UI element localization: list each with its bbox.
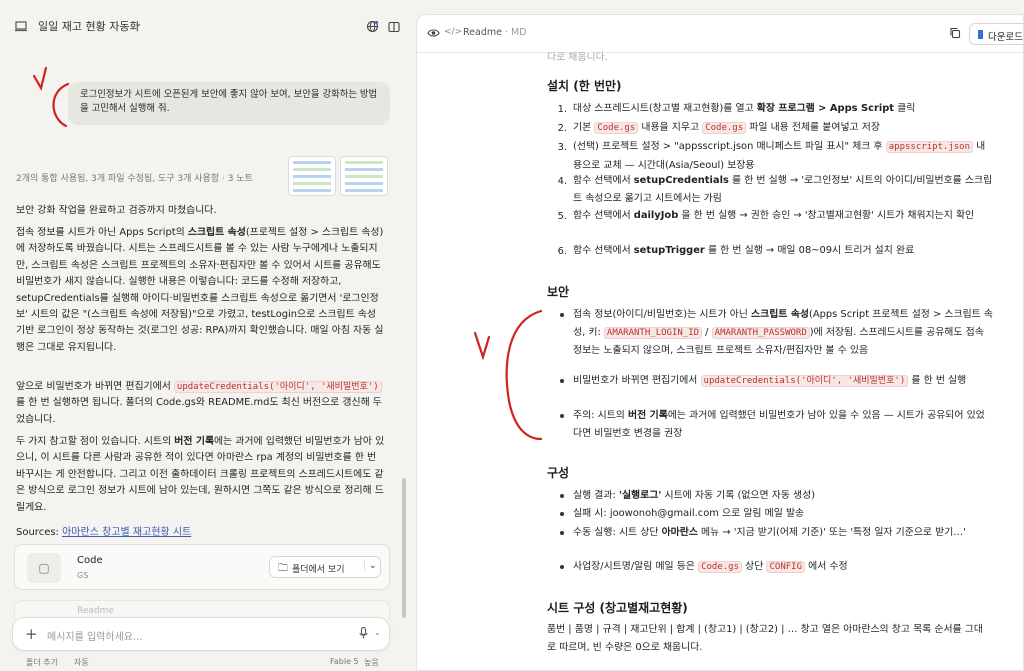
chevron-down-icon[interactable]: ⌄: [374, 628, 381, 637]
input-placeholder[interactable]: 메시지를 입력하세요...: [47, 628, 143, 643]
attachment-thumbnail[interactable]: [288, 156, 336, 196]
chat-panel: 일일 재고 현황 자동화 ⌄ 로그인정보가 시트에 오픈된게 보안에 좋지 않아…: [0, 0, 408, 671]
response-paragraph: 보안 강화 작업을 완료하고 검증까지 마쳤습니다.: [16, 205, 217, 216]
inline-code: AMARANTH_PASSWORD: [711, 326, 810, 339]
security-item: 비밀번호가 바뀌면 편집기에서 updateCredentials('아이디',…: [573, 375, 967, 387]
copy-icon[interactable]: [949, 27, 961, 42]
chevron-down-icon[interactable]: ⌄: [364, 561, 377, 571]
scrollbar[interactable]: [402, 478, 406, 618]
bullet-point: [560, 494, 564, 498]
inline-code: updateCredentials('아이디', '새비밀번호'): [173, 381, 382, 393]
sheet-structure-text: 품번 | 품명 | 규격 | 재고단위 | 합계 | (창고1) | (창고2)…: [547, 624, 983, 653]
file-card[interactable]: ▢ Code GS 🗀 폴더에서 보기 ⌄: [14, 544, 390, 590]
open-in-folder-button[interactable]: 🗀 폴더에서 보기 ⌄: [269, 556, 381, 578]
chat-header: 일일 재고 현황 자동화 ⌄: [0, 0, 408, 52]
chevron-down-icon[interactable]: ⌄: [134, 18, 142, 29]
chat-title[interactable]: 일일 재고 현황 자동화: [38, 18, 140, 34]
bullet-point: [560, 512, 564, 516]
section-heading-security: 보안: [547, 285, 570, 299]
attachment-thumbnail[interactable]: [340, 156, 388, 196]
install-step: 함수 선택에서 setupCredentials 를 한 번 실행 → '로그인…: [573, 175, 993, 204]
document-icon: [978, 30, 983, 39]
inline-code: CONFIG: [766, 561, 805, 573]
install-step: 함수 선택에서 setupTrigger 를 한 번 실행 → 매일 08~09…: [573, 245, 915, 256]
annotation-checkmark: [473, 309, 543, 441]
inline-code: Code.gs: [594, 122, 639, 134]
structure-item: 실패 시: joowonoh@gmail.com 으로 알림 메일 발송: [573, 508, 805, 519]
list-number: 3.: [557, 142, 567, 153]
sidebar-toggle-icon[interactable]: [388, 18, 404, 34]
structure-item: 사업장/시트명/알림 메일 등은 Code.gs 상단 CONFIG 에서 수정: [573, 561, 848, 573]
structure-item: 실행 결과: '실행로그' 시트에 자동 기록 (없으면 자동 생성): [573, 490, 816, 501]
document-type: · MD: [505, 27, 527, 38]
list-number: 2.: [557, 123, 567, 134]
list-number: 6.: [557, 246, 567, 257]
inline-code: AMARANTH_LOGIN_ID: [603, 326, 703, 339]
eye-icon[interactable]: [427, 27, 440, 41]
bullet-point: [560, 565, 564, 569]
document-name: Readme: [463, 27, 502, 38]
globe-icon[interactable]: [366, 18, 382, 34]
plus-icon[interactable]: +: [25, 625, 38, 643]
list-number: 5.: [557, 211, 567, 222]
document-viewer: </> Readme · MD 다운로드 다로 채웁니다. 설치 (한 번만) 1…: [416, 14, 1024, 671]
folder-icon: 🗀: [278, 563, 288, 574]
viewer-toolbar: </> Readme · MD 다운로드: [417, 15, 1023, 53]
microphone-icon[interactable]: [359, 626, 368, 642]
section-heading-structure: 구성: [547, 466, 570, 480]
cut-off-text: 다로 채웁니다.: [547, 52, 608, 63]
security-item: 주의: 시트의 버전 기록에는 과거에 입력했던 비밀번호가 남아 있을 수 있…: [573, 410, 985, 439]
effort-selector[interactable]: 높음: [364, 657, 379, 668]
sources-line: Sources: 아마란스 창고별 재고현황 시트: [16, 527, 192, 538]
bullet-point: [560, 414, 564, 418]
list-number: 4.: [557, 176, 567, 187]
code-view-icon[interactable]: </>: [444, 27, 462, 37]
inline-code: updateCredentials('아이디', '새비밀번호'): [700, 375, 909, 387]
tool-usage-summary[interactable]: 2개의 통합 사용됨, 3개 파일 수정됨, 도구 3개 사용함 · 3 노트: [16, 171, 253, 184]
list-number: 1.: [557, 104, 567, 115]
bullet-point: [560, 531, 564, 535]
structure-item: 수동 실행: 시트 상단 아마란스 메뉴 → '지금 받기(어제 기준)' 또는…: [573, 527, 966, 538]
inline-code: appsscript.json: [885, 141, 974, 153]
user-message: 로그인정보가 시트에 오픈된게 보안에 좋지 않아 보여, 보안을 강화하는 방…: [68, 82, 390, 125]
install-step: 기본 Code.gs 내용을 지우고 Code.gs 파일 내용 전체를 붙여넣…: [573, 122, 880, 134]
file-name: Code: [77, 555, 103, 566]
laptop-icon[interactable]: [14, 18, 30, 34]
auto-mode-toggle[interactable]: 자동: [74, 657, 89, 668]
response-paragraph: 두 가지 참고할 점이 있습니다. 시트의 버전 기록에는 과거에 입력했던 비…: [16, 436, 385, 513]
install-step: (선택) 프로젝트 설정 > "appsscript.json 매니페스트 파일…: [573, 141, 986, 171]
add-folder-button[interactable]: 폴더 추가: [26, 657, 58, 668]
response-paragraph: 접속 정보를 시트가 아닌 Apps Script의 스크립트 속성(프로젝트 …: [16, 227, 384, 353]
install-step: 대상 스프레드시트(창고별 재고현황)를 열고 확장 프로그램 > Apps S…: [573, 103, 916, 114]
file-type: GS: [77, 571, 89, 580]
security-item: 접속 정보(아이디/비밀번호)는 시트가 아닌 스크립트 속성(Apps Scr…: [573, 309, 993, 356]
response-paragraph: 앞으로 비밀번호가 바뀌면 편집기에서 updateCredentials('아…: [16, 381, 382, 425]
model-selector[interactable]: Fable 5: [330, 657, 359, 666]
download-button[interactable]: 다운로드: [969, 23, 1023, 45]
inline-code: Code.gs: [698, 561, 743, 573]
file-icon: ▢: [27, 553, 61, 583]
source-link[interactable]: 아마란스 창고별 재고현황 시트: [62, 527, 191, 538]
bullet-point: [560, 313, 564, 317]
section-heading-sheet: 시트 구성 (창고별재고현황): [547, 601, 688, 615]
install-step: 함수 선택에서 dailyJob 을 한 번 실행 → 권한 승인 → '창고별…: [573, 210, 975, 221]
message-input[interactable]: + 메시지를 입력하세요... ⌄: [12, 617, 390, 651]
app-window: 일일 재고 현황 자동화 ⌄ 로그인정보가 시트에 오픈된게 보안에 좋지 않아…: [0, 0, 1024, 671]
bullet-point: [560, 379, 564, 383]
section-heading-install: 설치 (한 번만): [547, 79, 622, 93]
inline-code: Code.gs: [702, 122, 747, 134]
